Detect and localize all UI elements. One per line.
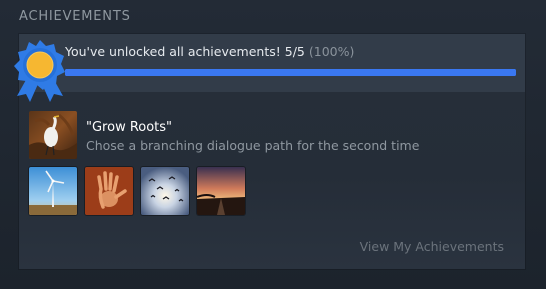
achievement-progress-bar	[65, 69, 516, 76]
white-egret-icon	[29, 111, 77, 159]
achievement-progress-fill	[65, 69, 516, 76]
medal-icon	[13, 38, 67, 108]
summary-text: You've unlocked all achievements! 5/5	[65, 44, 305, 59]
summary-line: You've unlocked all achievements! 5/5 (1…	[65, 44, 354, 59]
achievement-summary: You've unlocked all achievements! 5/5 (1…	[14, 34, 525, 102]
featured-achievement-description: Chose a branching dialogue path for the …	[86, 138, 420, 153]
view-my-achievements-link[interactable]: View My Achievements	[360, 239, 504, 254]
summary-percent: (100%)	[308, 44, 355, 59]
featured-achievement-title: "Grow Roots"	[86, 120, 173, 135]
achievements-panel: You've unlocked all achievements! 5/5 (1…	[14, 34, 525, 269]
achievements-widget: ACHIEVEMENTS You've unlocked all achieve…	[0, 0, 546, 289]
birds-at-sunset-icon[interactable]	[141, 167, 189, 215]
road-at-dusk-icon[interactable]	[197, 167, 245, 215]
featured-achievement[interactable]: "Grow Roots" Chose a branching dialogue …	[29, 111, 509, 159]
section-title: ACHIEVEMENTS	[19, 9, 131, 24]
wind-turbine-icon[interactable]	[29, 167, 77, 215]
handprint-icon[interactable]	[85, 167, 133, 215]
unlocked-achievements-row	[29, 167, 269, 215]
